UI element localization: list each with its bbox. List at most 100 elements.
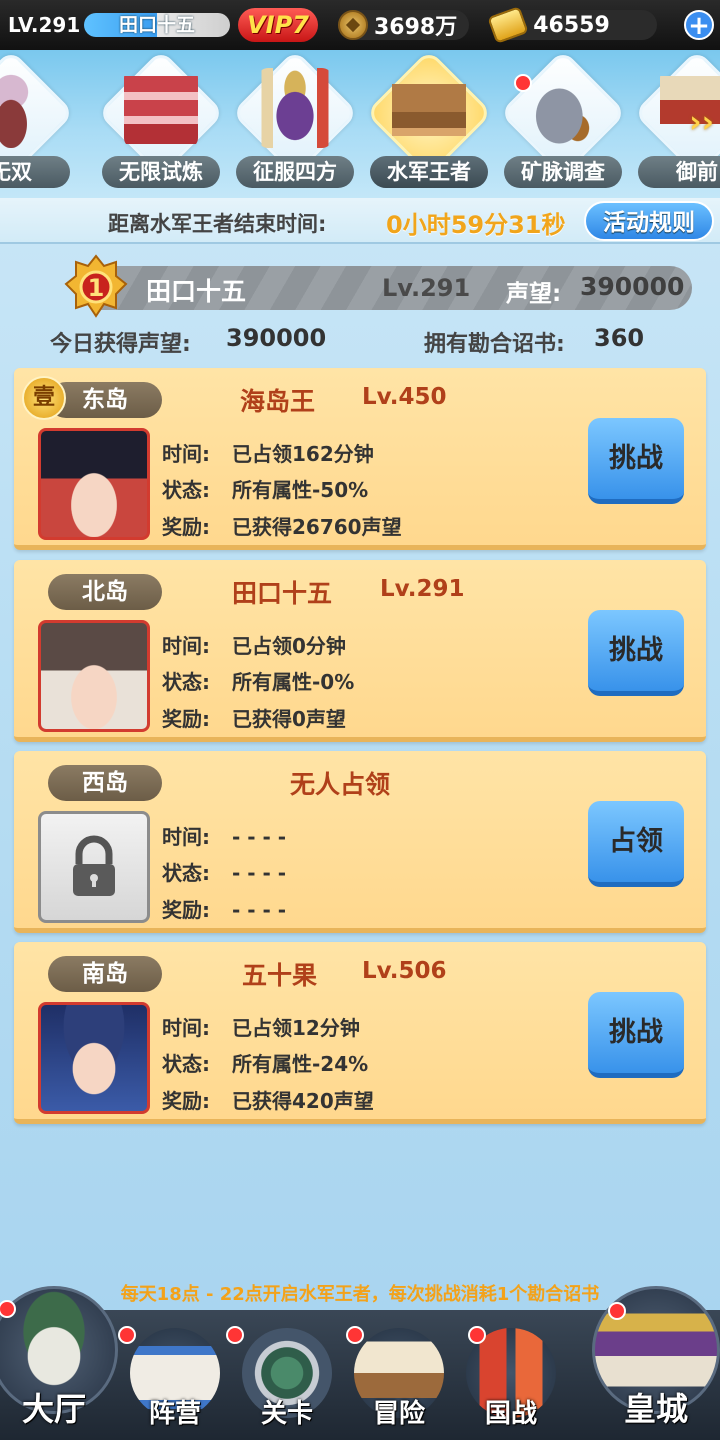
activity-tab-label: 无双: [0, 156, 70, 188]
stat-reward-value: 已获得0声望: [232, 707, 346, 731]
activity-tab-infinite-trial[interactable]: 无限试炼: [97, 50, 225, 196]
stat-status-value: 所有属性-50%: [232, 478, 369, 502]
island-card-south: 南岛 五十果 Lv.506 时间: 已占领12分钟 状态: 所有属性-24% 奖励:…: [14, 942, 706, 1124]
nav-hall[interactable]: 大厅: [0, 1286, 118, 1440]
stat-status-label: 状态:: [162, 861, 210, 885]
stat-time-label: 时间:: [162, 634, 210, 658]
mine-rock-art-icon: [526, 68, 600, 148]
vip-badge[interactable]: VIP7: [238, 8, 318, 42]
activity-tab-conquer[interactable]: 征服四方: [231, 50, 359, 196]
stat-reward-row: 奖励: 已获得0声望: [162, 703, 346, 732]
gold-amount: 46559: [533, 12, 610, 38]
island-card-west: 西岛 无人占领 时间: - - - - 状态: - - - - 奖励: - - - -…: [14, 751, 706, 933]
my-fame-label: 声望:: [506, 281, 562, 307]
island-owner-name: 海岛王: [240, 387, 316, 416]
challenge-button[interactable]: 挑战: [588, 992, 684, 1078]
stat-time-row: 时间: 已占领0分钟: [162, 630, 346, 659]
activity-tab-navy-king[interactable]: 水军王者: [365, 50, 493, 196]
island-owner-level: Lv.450: [362, 384, 447, 410]
lock-icon: [73, 835, 115, 896]
stat-reward-label: 奖励:: [162, 707, 210, 731]
notification-dot-icon: [226, 1326, 244, 1344]
stat-time-value: 已占领12分钟: [232, 1016, 360, 1040]
empty-slot-frame: [38, 811, 150, 923]
nav-label: 冒险: [372, 1399, 425, 1429]
stat-time-row: 时间: - - - -: [162, 821, 286, 850]
challenge-button[interactable]: 挑战: [588, 610, 684, 696]
player-name-exp-bar[interactable]: 田口十五: [84, 13, 230, 37]
stat-status-row: 状态: - - - -: [162, 857, 286, 886]
owner-portrait-avatar[interactable]: [38, 620, 150, 732]
edict-count-label: 拥有勘合诏书:: [424, 332, 565, 357]
player-level: LV.291: [8, 13, 81, 37]
stat-status-value: - - - -: [232, 861, 287, 885]
nav-stage[interactable]: 关卡: [226, 1310, 342, 1440]
activity-tab-label: 水军王者: [370, 156, 488, 188]
island-name-tag: 西岛: [48, 765, 162, 801]
nav-national-war[interactable]: 国战: [456, 1310, 566, 1440]
island-name-tag: 南岛: [48, 956, 162, 992]
stat-status-label: 状态:: [162, 478, 210, 502]
stat-status-value: 所有属性-0%: [232, 670, 355, 694]
stat-reward-value: 已获得26760声望: [232, 515, 402, 539]
add-gold-button[interactable]: +: [684, 10, 714, 40]
nav-label: 大厅: [21, 1390, 86, 1428]
stat-reward-label: 奖励:: [162, 1089, 210, 1113]
nav-label: 关卡: [260, 1399, 313, 1429]
stat-time-value: - - - -: [232, 825, 287, 849]
island-owner-name: 五十果: [242, 961, 318, 990]
activity-tab-mine-survey[interactable]: 矿脉调查: [499, 50, 627, 196]
stat-status-value: 所有属性-24%: [232, 1052, 369, 1076]
pagoda-art-icon: [124, 68, 198, 148]
stat-reward-row: 奖励: - - - -: [162, 894, 286, 923]
activity-carousel[interactable]: ‹‹ 无双 无限试炼 征服四方 水军王者 矿脉调查 御前 ››: [0, 50, 720, 198]
nav-adventure[interactable]: 冒险: [344, 1310, 454, 1440]
activity-tab-wushuang[interactable]: 无双: [0, 50, 75, 196]
occupy-button[interactable]: 占领: [588, 801, 684, 887]
gold-ingot-icon: [487, 6, 529, 44]
island-owner-name: 田口十五: [232, 579, 333, 608]
event-rules-button[interactable]: 活动规则: [584, 201, 714, 241]
today-fame-label: 今日获得声望:: [50, 332, 191, 357]
stat-status-row: 状态: 所有属性-0%: [162, 666, 354, 695]
notification-dot-icon: [118, 1326, 136, 1344]
stat-reward-row: 奖励: 已获得26760声望: [162, 511, 402, 540]
samurai-helmet-art-icon: [258, 68, 332, 148]
event-timer-row: 距离水军王者结束时间: 0小时59分31秒 活动规则: [0, 198, 720, 244]
activity-tab-label: 无限试炼: [102, 156, 220, 188]
owner-portrait-avatar[interactable]: [38, 1002, 150, 1114]
stat-reward-value: - - - -: [232, 898, 287, 922]
event-end-label: 距离水军王者结束时间:: [108, 212, 327, 236]
warship-art-icon: [392, 68, 466, 148]
copper-coin-icon: [338, 10, 368, 40]
carousel-right-arrow-icon[interactable]: ››: [689, 105, 714, 140]
my-name: 田口十五: [146, 277, 247, 306]
owner-portrait-avatar[interactable]: [38, 428, 150, 540]
today-fame-value: 390000: [226, 324, 327, 352]
island-owner-level: Lv.291: [380, 576, 465, 602]
challenge-button[interactable]: 挑战: [588, 418, 684, 504]
notification-dot-icon: [468, 1326, 486, 1344]
stat-status-row: 状态: 所有属性-50%: [162, 474, 368, 503]
stat-time-label: 时间:: [162, 1016, 210, 1040]
stat-time-row: 时间: 已占领12分钟: [162, 1012, 360, 1041]
rank-1-badge-icon: 1: [64, 254, 128, 318]
stat-time-value: 已占领0分钟: [232, 634, 346, 658]
activity-tab-label: 征服四方: [236, 156, 354, 188]
nav-label: 国战: [484, 1399, 537, 1429]
nav-label: 阵营: [148, 1399, 201, 1429]
copper-amount: 3698万: [374, 15, 458, 40]
my-level: Lv.291: [382, 274, 471, 302]
island-card-east: 东岛 壹 海岛王 Lv.450 时间: 已占领162分钟 状态: 所有属性-50% …: [14, 368, 706, 550]
notification-dot-icon: [346, 1326, 364, 1344]
activity-tab-label: 御前: [638, 156, 720, 188]
stat-time-label: 时间:: [162, 825, 210, 849]
stat-reward-label: 奖励:: [162, 898, 210, 922]
notification-dot-icon: [514, 74, 532, 92]
nav-camp[interactable]: 阵营: [118, 1310, 230, 1440]
stat-time-value: 已占领162分钟: [232, 442, 374, 466]
cauldron-art-icon: [0, 68, 48, 148]
island-owner-level: Lv.506: [362, 958, 447, 984]
my-fame-value: 390000: [580, 272, 685, 301]
nav-imperial-city[interactable]: 皇城: [592, 1286, 720, 1440]
